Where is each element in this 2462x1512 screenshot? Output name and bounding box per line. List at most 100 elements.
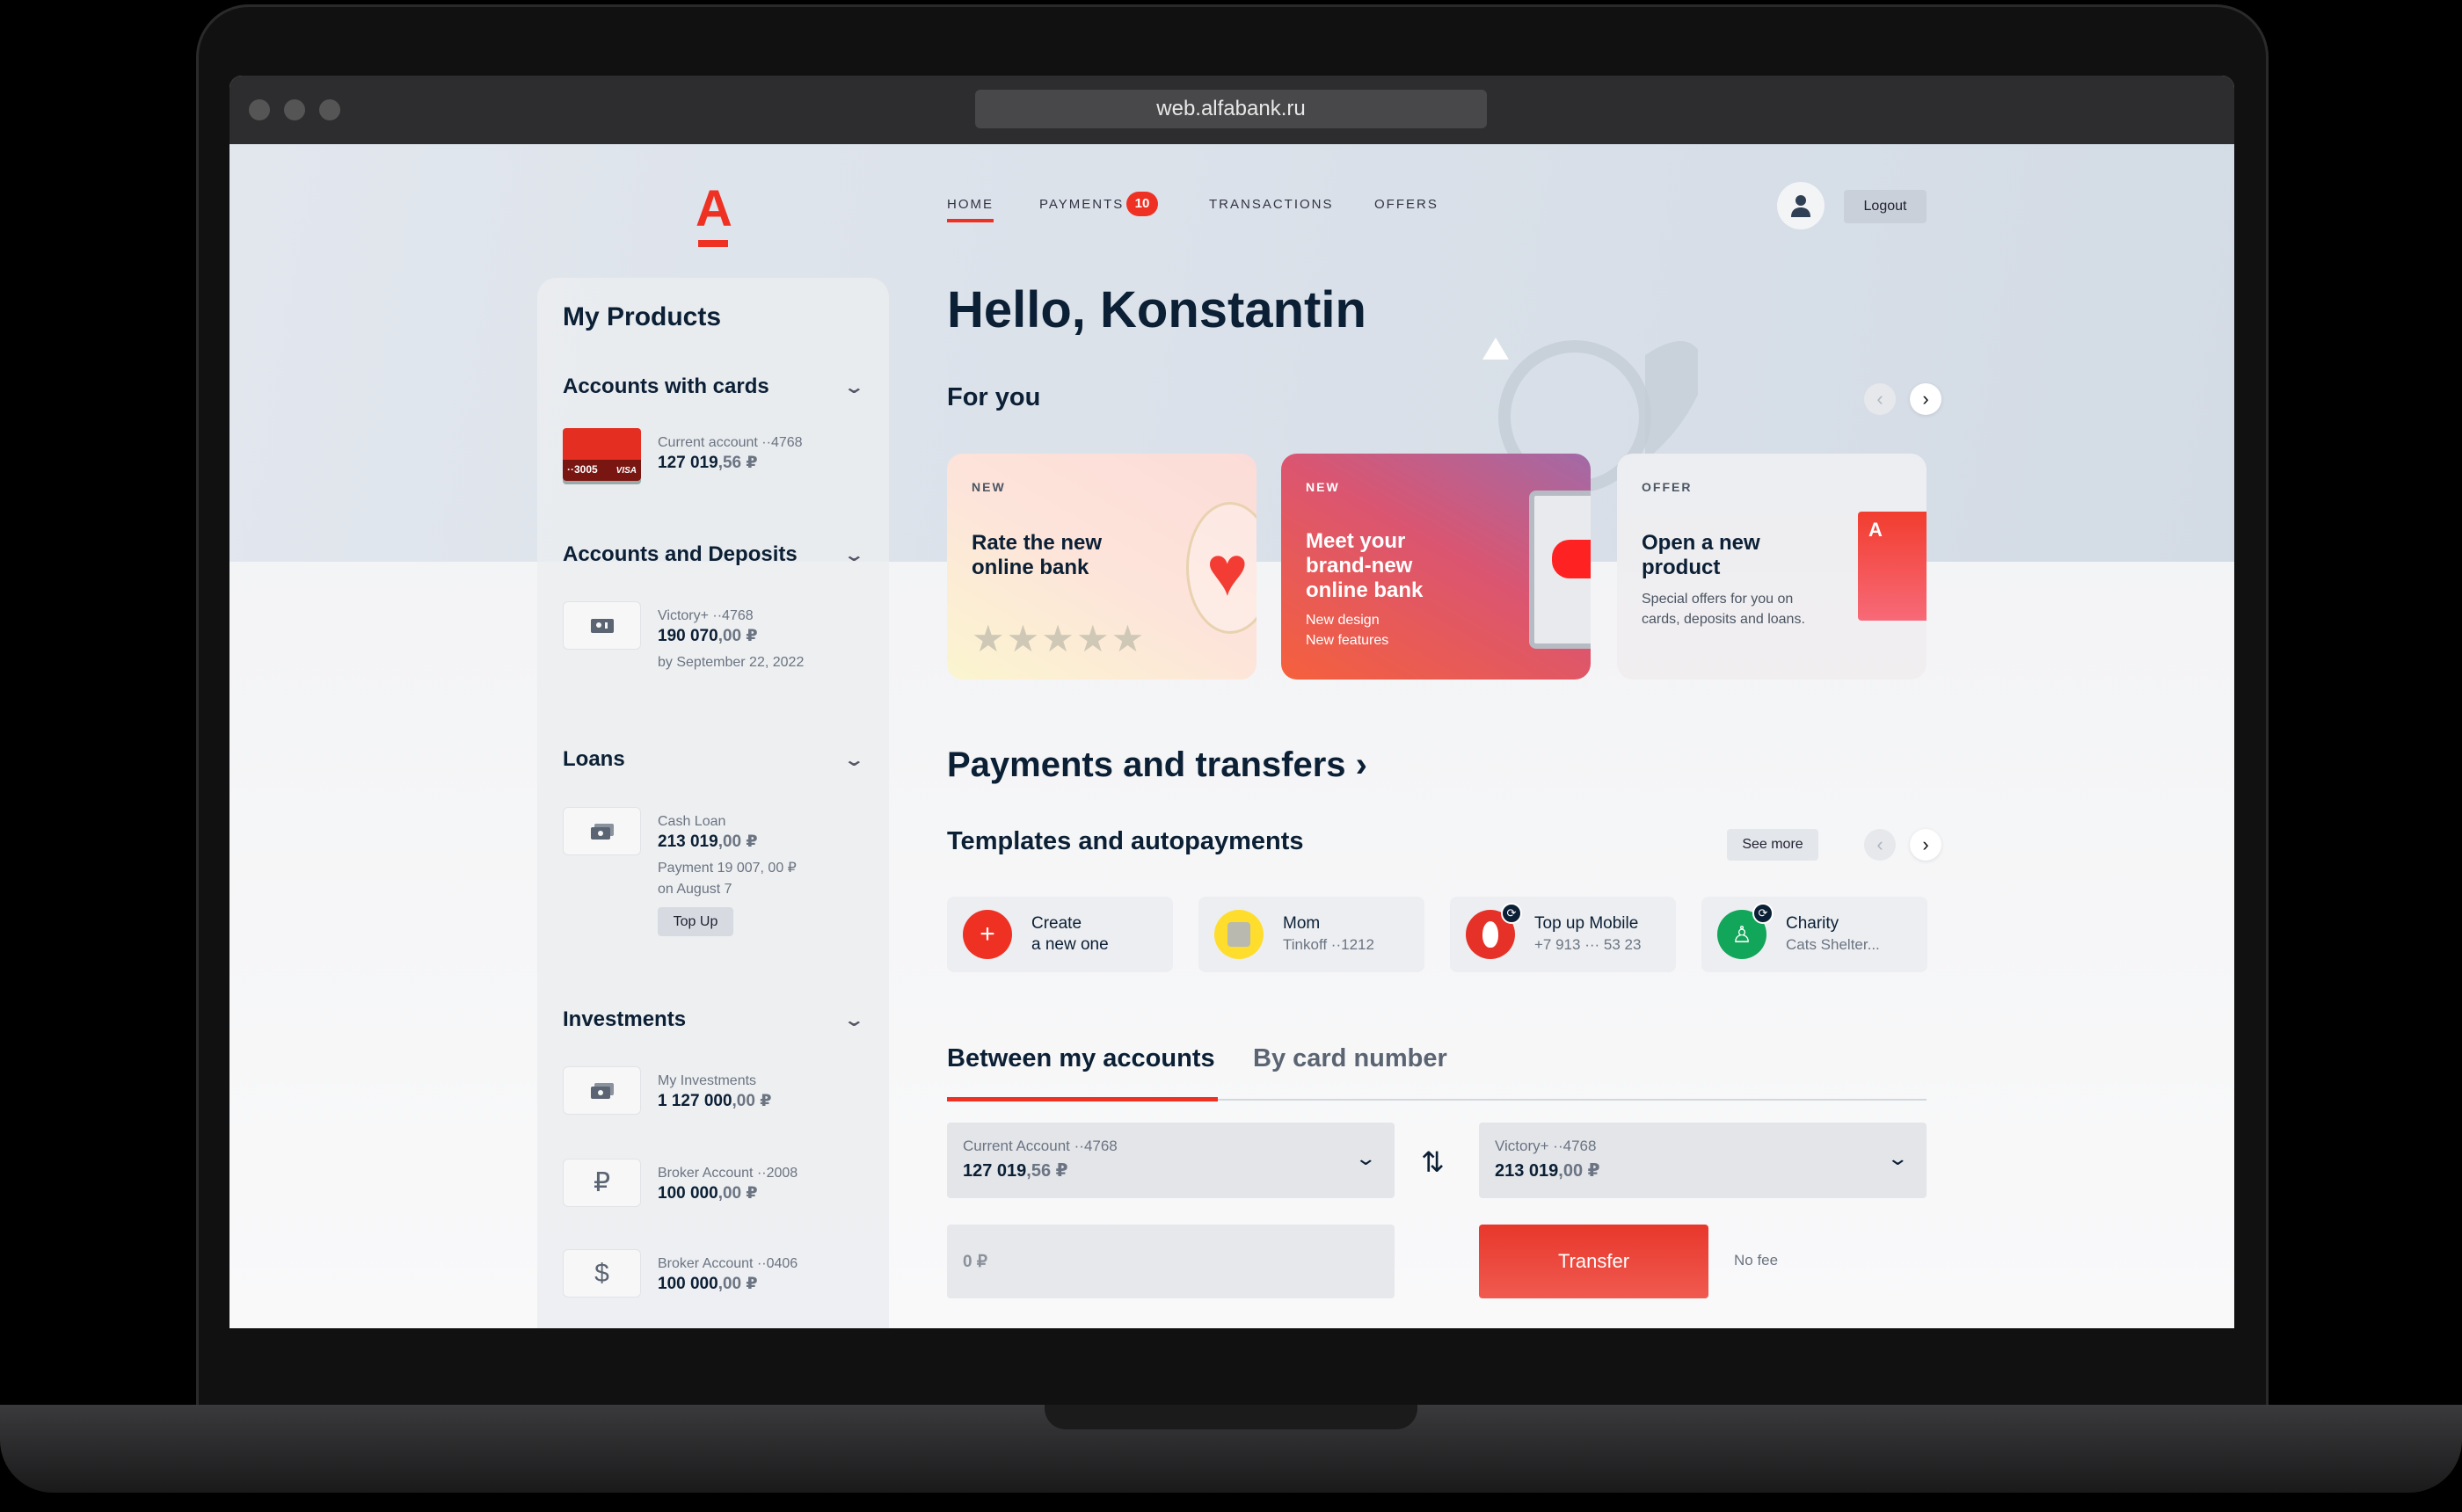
greeting: Hello, Konstantin: [947, 281, 1366, 338]
user-icon: [1791, 195, 1810, 217]
product-caption: My Investments: [658, 1073, 757, 1088]
nav-transactions[interactable]: TRANSACTIONS: [1209, 197, 1334, 212]
promo-title: Meet your brand-new online bank: [1306, 529, 1424, 602]
for-you-title: For you: [947, 383, 1041, 411]
tab-between-my-accounts[interactable]: Between my accounts: [947, 1044, 1215, 1073]
product-amount: 213 019,00 ₽: [658, 832, 758, 851]
template-mom[interactable]: Mom Tinkoff ··1212: [1198, 897, 1424, 972]
product-amount: 100 000,00 ₽: [658, 1184, 758, 1203]
product-amount: 127 019,56 ₽: [658, 454, 758, 472]
product-caption: Current account ··4768: [658, 435, 803, 450]
tab-by-card-number[interactable]: By card number: [1253, 1044, 1447, 1073]
window-close-button[interactable]: [249, 99, 270, 120]
logout-button[interactable]: Logout: [1844, 190, 1927, 223]
active-tab-indicator: [947, 1097, 1218, 1101]
promo-card-rate[interactable]: NEW Rate the new online bank ♥ ★★★★★: [947, 454, 1256, 680]
tinkoff-logo-icon: [1214, 910, 1264, 959]
chevron-down-icon[interactable]: ⌄: [843, 1009, 865, 1031]
chevron-right-icon: ›: [1355, 745, 1367, 784]
star-rating[interactable]: ★★★★★: [972, 617, 1146, 660]
promo-title: Open a new product: [1642, 531, 1760, 579]
product-amount: 100 000,00 ₽: [658, 1275, 758, 1293]
autopay-sync-icon: ⟳: [1501, 903, 1522, 924]
top-up-button[interactable]: Top Up: [658, 907, 733, 936]
nav-home[interactable]: HOME: [947, 197, 994, 222]
product-item[interactable]: Cash Loan 213 019,00 ₽ Payment 19 007, 0…: [563, 807, 797, 936]
product-amount: 190 070,00 ₽: [658, 627, 758, 645]
promo-tag: OFFER: [1642, 480, 1693, 494]
fee-label: No fee: [1734, 1252, 1779, 1268]
section-title: Accounts and Deposits: [563, 542, 798, 566]
from-account-select[interactable]: Current Account ··4768 127 019,56 ₽ ⌄: [947, 1123, 1395, 1198]
section-accounts-with-cards[interactable]: Accounts with cards ⌄: [563, 374, 865, 399]
templates-next-button[interactable]: ›: [1910, 829, 1941, 861]
product-note: by September 22, 2022: [658, 655, 805, 670]
product-caption: Broker Account ··0406: [658, 1256, 798, 1271]
templates-prev-button[interactable]: ‹: [1864, 829, 1896, 861]
browser-toolbar: web.alfabank.ru: [229, 76, 2234, 144]
payments-badge: 10: [1126, 192, 1158, 216]
bank-card-icon: ··3005 VISA: [563, 428, 641, 481]
address-bar[interactable]: web.alfabank.ru: [975, 90, 1487, 128]
transfer-button[interactable]: Transfer: [1479, 1225, 1708, 1298]
product-caption: Victory+ ··4768: [658, 608, 754, 623]
product-item[interactable]: Victory+ ··4768 190 070,00 ₽ by Septembe…: [563, 601, 804, 673]
product-caption: Cash Loan: [658, 814, 726, 829]
promo-title: Rate the new online bank: [972, 531, 1103, 579]
alfa-logo[interactable]: A: [696, 179, 732, 247]
dollar-icon: $: [563, 1249, 641, 1298]
product-item[interactable]: My Investments 1 127 000,00 ₽: [563, 1066, 771, 1115]
section-title: Accounts with cards: [563, 374, 769, 398]
product-caption: Broker Account ··2008: [658, 1166, 798, 1181]
autopay-sync-icon: ⟳: [1752, 903, 1774, 924]
amount-input[interactable]: [947, 1225, 1395, 1298]
see-more-button[interactable]: See more: [1727, 829, 1818, 861]
window-maximize-button[interactable]: [319, 99, 340, 120]
product-item[interactable]: ··3005 VISA Current account ··4768 127 01…: [563, 428, 803, 481]
logo-letter: A: [696, 180, 732, 237]
section-accounts-and-deposits[interactable]: Accounts and Deposits ⌄: [563, 542, 865, 567]
section-loans[interactable]: Loans ⌄: [563, 747, 865, 772]
to-account-select[interactable]: Victory+ ··4768 213 019,00 ₽ ⌄: [1479, 1123, 1927, 1198]
section-title: Investments: [563, 1007, 687, 1031]
template-top-up-mobile[interactable]: ⟳ Top up Mobile +7 913 ··· 53 23: [1450, 897, 1676, 972]
charity-icon: ♙ ⟳: [1717, 903, 1774, 959]
section-investments[interactable]: Investments ⌄: [563, 1007, 865, 1032]
product-item[interactable]: ₽ Broker Account ··2008 100 000,00 ₽: [563, 1159, 798, 1207]
product-item[interactable]: $ Broker Account ··0406 100 000,00 ₽: [563, 1249, 798, 1298]
template-charity[interactable]: ♙ ⟳ Charity Cats Shelter...: [1701, 897, 1927, 972]
page: A HOME PAYMENTS 10 TRANSACTIONS OFFERS L…: [229, 144, 2234, 1328]
plus-icon: +: [963, 910, 1012, 959]
promo-card-offer[interactable]: OFFER Open a new product Special offers …: [1617, 454, 1927, 680]
promo-subtitle: New design: [1306, 613, 1380, 628]
carousel-prev-button[interactable]: ‹: [1864, 383, 1896, 415]
promo-tag: NEW: [1306, 480, 1340, 494]
promo-subtitle: New features: [1306, 633, 1389, 648]
chevron-down-icon[interactable]: ⌄: [843, 376, 865, 398]
nav-offers[interactable]: OFFERS: [1374, 197, 1439, 212]
section-title: Loans: [563, 747, 625, 771]
promo-tag: NEW: [972, 480, 1006, 494]
screen: web.alfabank.ru A HOME PAYMENTS 10 TRANS…: [229, 76, 2234, 1328]
template-create[interactable]: + Create a new one: [947, 897, 1173, 972]
chevron-down-icon: ⌄: [1353, 1147, 1377, 1169]
window-minimize-button[interactable]: [284, 99, 305, 120]
cash-icon: [563, 1066, 641, 1115]
laptop-illustration: [1529, 491, 1591, 649]
mts-logo-icon: ⟳: [1466, 903, 1522, 959]
payments-and-transfers-link[interactable]: Payments and transfers ›: [947, 745, 1367, 785]
heart-icon: ♥: [1186, 502, 1256, 634]
chevron-down-icon[interactable]: ⌄: [843, 749, 865, 771]
safe-icon: [563, 601, 641, 650]
chevron-down-icon: ⌄: [1885, 1147, 1909, 1169]
sidebar-title: My Products: [563, 302, 722, 331]
carousel-next-button[interactable]: ›: [1910, 383, 1941, 415]
chevron-down-icon[interactable]: ⌄: [843, 544, 865, 566]
swap-accounts-icon[interactable]: ⇅: [1421, 1145, 1445, 1179]
ruble-icon: ₽: [563, 1159, 641, 1207]
promo-card-new-bank[interactable]: NEW Meet your brand-new online bank New …: [1281, 454, 1591, 680]
product-amount: 1 127 000,00 ₽: [658, 1092, 772, 1110]
user-avatar[interactable]: [1777, 182, 1825, 229]
nav-payments[interactable]: PAYMENTS: [1039, 197, 1124, 212]
products-sidebar: My Products Accounts with cards ⌄ ··3005 V…: [537, 278, 889, 1328]
